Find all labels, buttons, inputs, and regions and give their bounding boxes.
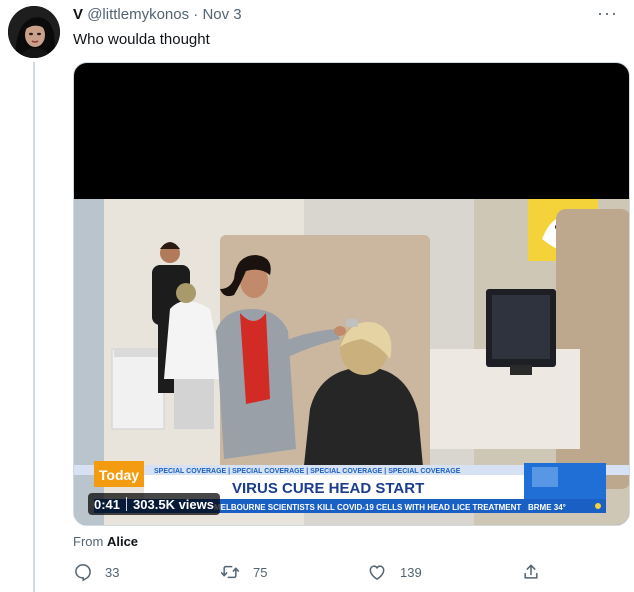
thread-line [33, 62, 35, 592]
source-prefix: From [73, 534, 104, 549]
tweet-actions: 33 75 139 [73, 562, 553, 590]
weather-text: BRME 34° [528, 503, 566, 512]
avatar-image [8, 6, 60, 58]
header-separator: · [193, 6, 199, 23]
news-ticker: MELBOURNE SCIENTISTS KILL COVID-19 CELLS… [214, 503, 521, 512]
author-handle[interactable]: @littlemykonos [87, 6, 189, 23]
video-time-badge: 0:41 303.5K views [88, 493, 220, 515]
more-options-icon[interactable]: ··· [597, 4, 618, 22]
retweet-icon [219, 562, 241, 582]
avatar[interactable] [8, 6, 60, 58]
reply-icon [73, 562, 93, 582]
heart-icon [366, 562, 388, 582]
tweet-header: V @littlemykonos · Nov 3 [73, 6, 242, 24]
author-name[interactable]: V [73, 6, 83, 23]
retweet-count: 75 [253, 564, 268, 580]
banner-strip: SPECIAL COVERAGE | SPECIAL COVERAGE | SP… [154, 468, 461, 475]
tv-logo: Today [99, 467, 139, 483]
source-name[interactable]: Alice [107, 534, 138, 549]
share-button[interactable] [521, 562, 541, 582]
video-frame: SPECIAL COVERAGE | SPECIAL COVERAGE | SP… [74, 199, 629, 525]
video-duration: 0:41 [94, 496, 121, 512]
like-count: 139 [400, 564, 422, 580]
reply-button[interactable]: 33 [73, 562, 119, 582]
tweet-source: From Alice [73, 534, 138, 549]
headline: VIRUS CURE HEAD START [232, 480, 424, 497]
badge-divider [126, 497, 128, 511]
reply-count: 33 [105, 564, 120, 580]
retweet-button[interactable]: 75 [219, 562, 267, 582]
video-views: 303.5K views [133, 496, 214, 512]
video-player[interactable]: SPECIAL COVERAGE | SPECIAL COVERAGE | SP… [73, 62, 630, 526]
like-button[interactable]: 139 [366, 562, 422, 582]
tweet-text: Who woulda thought [73, 31, 210, 48]
share-icon [521, 562, 541, 582]
tweet-date[interactable]: Nov 3 [202, 6, 241, 23]
